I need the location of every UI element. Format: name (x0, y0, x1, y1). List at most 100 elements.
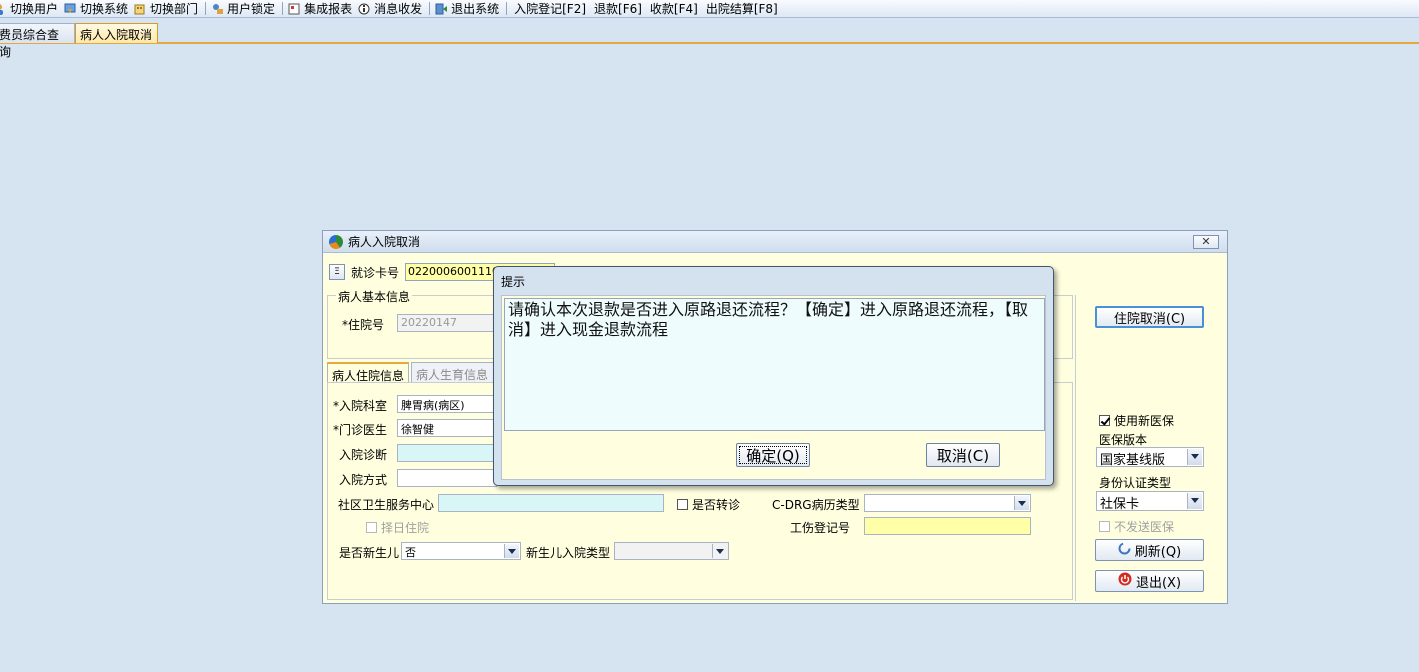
transfer-check-icon (677, 499, 688, 510)
newborn-select[interactable]: 否 (401, 542, 521, 560)
newborn-select-value: 否 (405, 546, 416, 559)
dialog-cancel-button[interactable]: 取消(C) (926, 443, 1000, 467)
select-day-label: 择日住院 (381, 521, 430, 535)
newborn-type-label: 新生儿入院类型 (526, 546, 611, 560)
payment-shortcut[interactable]: 收款[F4] (646, 0, 702, 17)
refresh-icon (1118, 542, 1131, 559)
toolbar-divider (282, 2, 284, 15)
dept-field[interactable]: 脾胃病(病区) (397, 395, 497, 413)
cdrg-select[interactable] (864, 494, 1031, 512)
auth-type-label: 身份认证类型 (1099, 476, 1172, 490)
dialog-title: 提示 (501, 275, 526, 289)
toolbar-label: 切换用户 (10, 2, 59, 16)
report-button[interactable]: 集成报表 (286, 0, 356, 17)
dept-label: *入院科室 (333, 399, 388, 413)
switch-department-icon (134, 3, 147, 15)
tab-maternity-info[interactable]: 病人生育信息 (411, 362, 497, 382)
message-icon (358, 3, 371, 15)
community-center-field[interactable] (438, 494, 664, 512)
main-toolbar: 切换用户 切换系统 切换部门 用户锁定 集成报表 消息收发 退出系统 入院登记[… (0, 0, 1419, 18)
toolbar-label: 切换部门 (150, 2, 199, 16)
select-day-check-icon (366, 522, 377, 533)
insurance-version-select[interactable]: 国家基线版 (1096, 447, 1204, 467)
refresh-button[interactable]: 刷新(Q) (1095, 539, 1204, 561)
discharge-settlement-shortcut[interactable]: 出院结算[F8] (702, 0, 782, 17)
window-titlebar: 病人入院取消 ✕ (323, 231, 1227, 253)
newborn-type-select[interactable] (614, 542, 729, 560)
no-send-check-icon (1099, 521, 1110, 532)
toolbar-label: 切换系统 (80, 2, 129, 16)
use-new-insurance-check-icon (1099, 415, 1110, 426)
chevron-down-icon[interactable] (1187, 493, 1202, 509)
exit-system-icon (435, 3, 448, 15)
exit-label: 退出(X) (1135, 575, 1182, 591)
message-button[interactable]: 消息收发 (356, 0, 426, 17)
toolbar-divider (429, 2, 431, 15)
window-close-button[interactable]: ✕ (1193, 235, 1219, 249)
toolbar-label: 退出系统 (451, 2, 500, 16)
dialog-body: 请确认本次退款是否进入原路退还流程？【确定】进入原路退还流程，【取消】进入现金退… (501, 295, 1046, 480)
no-send-insurance-checkbox[interactable]: 不发送医保 (1099, 518, 1174, 535)
exit-button[interactable]: 退出(X) (1095, 570, 1204, 592)
refresh-label: 刷新(Q) (1134, 544, 1182, 560)
cancel-admission-button[interactable]: 住院取消(C) (1095, 306, 1204, 328)
doctor-label: *门诊医生 (333, 423, 388, 437)
switch-user-icon (0, 3, 7, 15)
basic-info-group-label: 病人基本信息 (336, 288, 413, 305)
refund-shortcut[interactable]: 退款[F6] (590, 0, 646, 17)
diagnosis-field[interactable] (397, 444, 497, 462)
transfer-checkbox[interactable]: 是否转诊 (677, 496, 740, 513)
diagnosis-label: 入院诊断 (339, 448, 388, 462)
right-action-panel: 住院取消(C) 使用新医保 医保版本 国家基线版 身份认证类型 社保卡 不发送医… (1075, 295, 1225, 601)
card-no-label: 就诊卡号 (351, 265, 400, 280)
chevron-down-icon[interactable] (712, 544, 727, 558)
app-logo-icon (329, 234, 343, 249)
injury-no-label: 工伤登记号 (790, 521, 851, 535)
toolbar-label: 集成报表 (304, 2, 353, 16)
admission-register-shortcut[interactable]: 入院登记[F2] (510, 0, 590, 17)
switch-department-button[interactable]: 切换部门 (132, 0, 202, 17)
user-lock-icon (211, 3, 224, 15)
exit-system-button[interactable]: 退出系统 (433, 0, 503, 17)
chevron-down-icon[interactable] (1187, 449, 1202, 465)
tab-fee-query[interactable]: 费员综合查询 (0, 23, 75, 59)
toolbar-divider (506, 2, 508, 15)
admission-method-field[interactable] (397, 469, 497, 487)
chevron-down-icon[interactable] (1014, 496, 1029, 510)
switch-system-icon (64, 3, 77, 15)
prompt-dialog: 提示 请确认本次退款是否进入原路退还流程？【确定】进入原路退还流程，【取消】进入… (493, 266, 1054, 486)
community-center-label: 社区卫生服务中心 (338, 498, 435, 512)
user-lock-button[interactable]: 用户锁定 (209, 0, 279, 17)
auth-type-value: 社保卡 (1100, 497, 1140, 511)
admission-no-label: *住院号 (342, 318, 385, 332)
tab-inpatient-info[interactable]: 病人住院信息 (327, 362, 409, 383)
use-new-insurance-label: 使用新医保 (1114, 414, 1175, 428)
toolbar-label: 消息收发 (374, 2, 423, 16)
card-reader-icon[interactable]: Ξ (329, 264, 345, 280)
window-title: 病人入院取消 (348, 235, 421, 249)
document-tab-bar: 费员综合查询 病人入院取消 (0, 19, 1419, 59)
admission-method-label: 入院方式 (339, 473, 388, 487)
report-icon (288, 3, 301, 15)
injury-no-field[interactable] (864, 517, 1031, 535)
cdrg-label: C-DRG病历类型 (772, 498, 860, 512)
switch-system-button[interactable]: 切换系统 (62, 0, 132, 17)
toolbar-label: 用户锁定 (227, 2, 276, 16)
auth-type-select[interactable]: 社保卡 (1096, 491, 1204, 511)
insurance-version-label: 医保版本 (1099, 433, 1148, 447)
select-day-checkbox[interactable]: 择日住院 (366, 519, 429, 536)
newborn-label: 是否新生儿 (339, 546, 400, 560)
switch-user-button[interactable]: 切换用户 (0, 0, 62, 17)
doctor-field[interactable]: 徐智健 (397, 419, 497, 437)
dialog-message: 请确认本次退款是否进入原路退还流程？【确定】进入原路退还流程，【取消】进入现金退… (504, 298, 1045, 431)
no-send-label: 不发送医保 (1114, 520, 1175, 534)
chevron-down-icon[interactable] (504, 544, 519, 558)
toolbar-divider (205, 2, 207, 15)
dialog-ok-button[interactable]: 确定(Q) (736, 443, 810, 467)
power-icon (1118, 572, 1132, 590)
use-new-insurance-checkbox[interactable]: 使用新医保 (1099, 412, 1174, 429)
tab-cancel-admission[interactable]: 病人入院取消 (75, 23, 158, 43)
transfer-label: 是否转诊 (692, 498, 741, 512)
admission-no-field[interactable]: 20220147 (397, 314, 495, 332)
insurance-version-value: 国家基线版 (1100, 453, 1166, 467)
